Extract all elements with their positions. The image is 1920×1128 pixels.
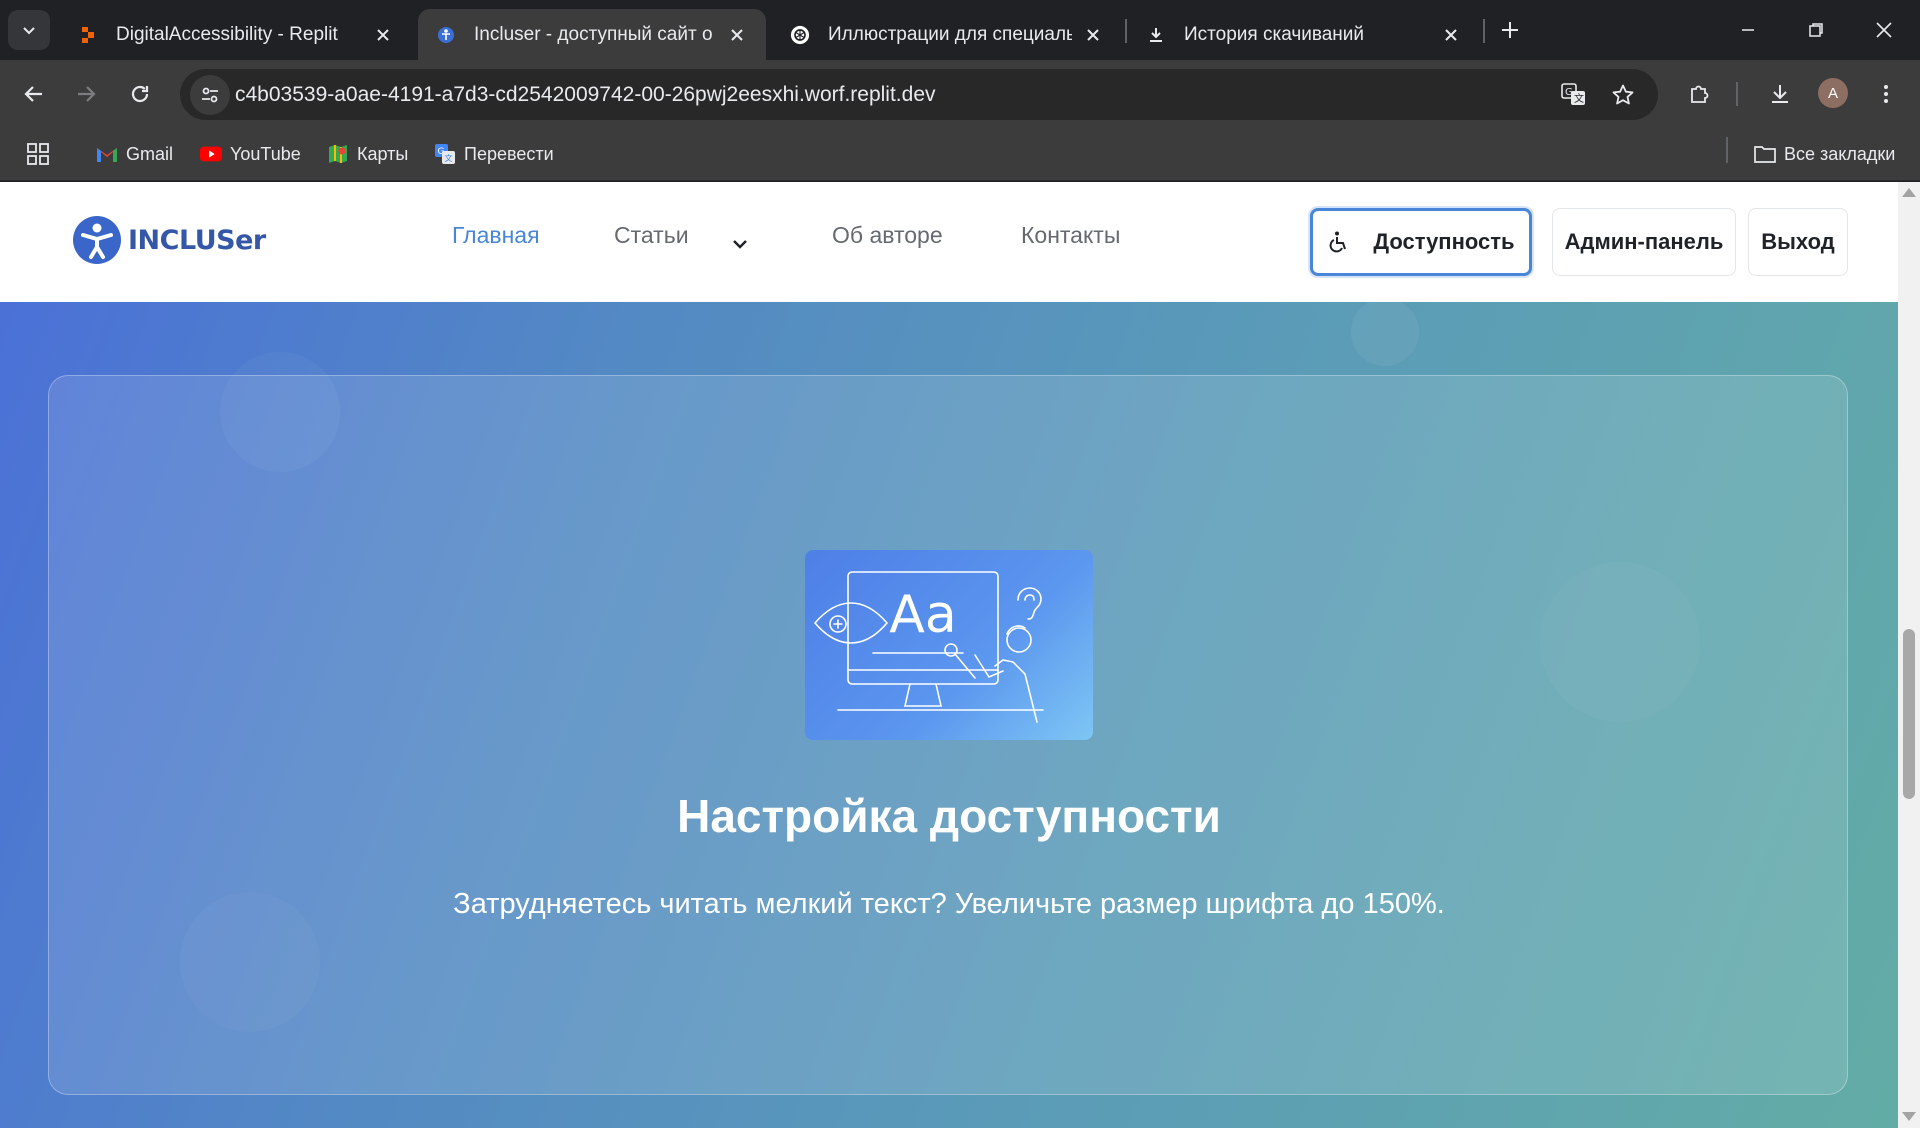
tab-replit[interactable]: DigitalAccessibility - Replit [60, 9, 412, 60]
reload-icon [131, 85, 149, 103]
back-button[interactable] [14, 74, 54, 114]
tab-search-button[interactable] [8, 10, 50, 50]
tab-title: Иллюстрации для специальны [828, 23, 1072, 45]
bookmark-maps[interactable]: Карты [327, 139, 408, 169]
site-header: INCLUSer Главная Статьи Об авторе Контак… [0, 182, 1898, 302]
site-info-button[interactable] [190, 75, 230, 115]
puzzle-icon [1691, 85, 1709, 103]
tab-chatgpt[interactable]: Иллюстрации для специальны [772, 9, 1122, 60]
bookmarks-separator [1726, 137, 1728, 163]
arrow-left-icon [24, 86, 42, 102]
arrow-right-icon [78, 86, 96, 102]
nav-link-articles[interactable]: Статьи [614, 222, 689, 249]
bookmark-star-button[interactable] [1605, 77, 1641, 113]
new-tab-button[interactable] [1494, 14, 1526, 46]
page-viewport: INCLUSer Главная Статьи Об авторе Контак… [0, 182, 1898, 1128]
site-logo[interactable]: INCLUSer [72, 214, 266, 266]
close-icon[interactable] [1082, 24, 1104, 46]
bookmark-translate[interactable]: G文 Перевести [434, 139, 554, 169]
chevron-down-icon [23, 27, 35, 35]
apps-grid-icon [27, 143, 49, 165]
bookmark-label: Карты [357, 143, 409, 164]
bookmarks-bar: Gmail YouTube Карты G文 Перевести Все зак… [0, 129, 1920, 181]
wheelchair-icon [1330, 231, 1347, 253]
accessibility-illustration: Aa [805, 550, 1093, 740]
accessibility-logo-icon [73, 216, 121, 264]
accessibility-favicon-icon [436, 25, 456, 45]
close-window-button[interactable] [1850, 0, 1918, 60]
apps-button[interactable] [26, 139, 50, 169]
forward-button[interactable] [66, 74, 106, 114]
tab-incluser[interactable]: Incluser - доступный сайт о до [418, 9, 766, 60]
nav-link-contacts[interactable]: Контакты [1021, 222, 1120, 249]
url-text: c4b03539-a0ae-4191-a7d3-cd2542009742-00-… [235, 83, 936, 106]
toolbar-separator [1736, 82, 1738, 106]
svg-text:文: 文 [445, 153, 453, 163]
star-icon [1612, 84, 1634, 105]
feature-title: Настройка доступности [677, 790, 1221, 842]
bookmark-label: Gmail [126, 143, 174, 164]
minimize-icon [1742, 29, 1754, 31]
nav-link-about[interactable]: Об авторе [832, 222, 943, 249]
gmail-icon [96, 143, 118, 165]
restore-icon [1809, 23, 1823, 37]
close-icon[interactable] [1440, 24, 1462, 46]
all-bookmarks-label: Все закладки [1784, 143, 1896, 164]
scrollbar-thumb[interactable] [1903, 629, 1915, 799]
monitor-person-illustration: Aa [813, 571, 1044, 723]
extensions-button[interactable] [1680, 74, 1720, 114]
profile-avatar[interactable]: A [1818, 78, 1848, 108]
close-icon[interactable] [726, 24, 748, 46]
tab-title: Incluser - доступный сайт о до [474, 23, 716, 45]
bookmark-label: Перевести [464, 143, 554, 164]
accessibility-button-label: Доступность [1373, 229, 1515, 254]
accessibility-button[interactable]: Доступность [1310, 208, 1532, 276]
menu-button[interactable] [1866, 74, 1906, 114]
page-scrollbar[interactable] [1898, 182, 1920, 1128]
plus-icon [1502, 22, 1518, 38]
tab-separator [1483, 19, 1485, 43]
replit-icon [78, 25, 98, 45]
bookmark-gmail[interactable]: Gmail [96, 139, 173, 169]
folder-icon [1754, 143, 1776, 165]
close-icon[interactable] [372, 24, 394, 46]
translate-page-button[interactable]: G文 [1556, 77, 1592, 113]
tab-title: DigitalAccessibility - Replit [116, 23, 338, 45]
nav-link-home[interactable]: Главная [452, 222, 540, 249]
font-sample-text: Aa [889, 585, 956, 645]
maps-icon [327, 143, 349, 165]
tab-separator [1125, 19, 1127, 43]
reload-button[interactable] [120, 74, 160, 114]
browser-toolbar: c4b03539-a0ae-4191-a7d3-cd2542009742-00-… [0, 60, 1920, 129]
tune-icon [202, 87, 218, 103]
svg-text:文: 文 [1574, 92, 1584, 105]
close-icon [1876, 22, 1892, 38]
scroll-up-arrow-icon[interactable] [1902, 188, 1916, 197]
chatgpt-icon [790, 25, 810, 45]
youtube-icon [200, 143, 222, 165]
download-icon [1772, 85, 1788, 103]
translate-icon: G文 [434, 143, 456, 165]
more-vert-icon [1884, 85, 1888, 103]
tab-downloads[interactable]: История скачиваний [1128, 9, 1480, 60]
scroll-down-arrow-icon[interactable] [1902, 1112, 1916, 1121]
bookmark-label: YouTube [230, 143, 301, 164]
address-bar[interactable]: c4b03539-a0ae-4191-a7d3-cd2542009742-00-… [180, 69, 1658, 120]
minimize-button[interactable] [1714, 0, 1782, 60]
downloads-button[interactable] [1760, 74, 1800, 114]
chevron-down-icon[interactable] [730, 234, 750, 254]
tab-strip: DigitalAccessibility - Replit Incluser -… [0, 0, 1920, 60]
translate-icon: G文 [1561, 83, 1585, 105]
feature-description: Затрудняетесь читать мелкий текст? Увели… [453, 888, 1445, 920]
logout-button[interactable]: Выход [1748, 208, 1848, 276]
tab-title: История скачиваний [1184, 23, 1365, 45]
all-bookmarks-button[interactable]: Все закладки [1754, 139, 1895, 169]
logo-text: INCLUSer [128, 224, 266, 256]
admin-panel-button[interactable]: Админ-панель [1552, 208, 1736, 276]
download-icon [1146, 25, 1166, 45]
bookmark-youtube[interactable]: YouTube [200, 139, 301, 169]
restore-button[interactable] [1782, 0, 1850, 60]
